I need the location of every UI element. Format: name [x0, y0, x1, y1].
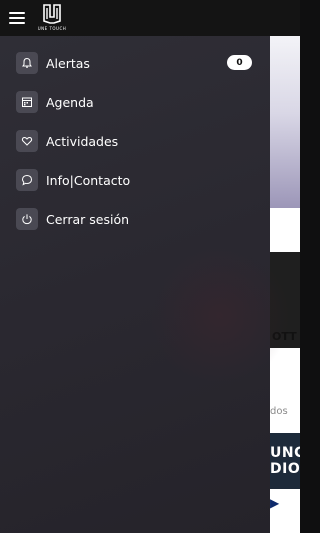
play-icon[interactable]: ▶	[270, 496, 279, 510]
drawer-item-agenda[interactable]: Agenda	[16, 90, 94, 114]
top-app-bar: UNE TOUCH	[0, 0, 300, 36]
drawer-item-label: Cerrar sesión	[46, 211, 130, 227]
promo-banner[interactable]: UNCI DIO	[270, 433, 300, 489]
hamburger-line	[9, 17, 25, 19]
drawer-item-label: Agenda	[46, 94, 94, 110]
calendar-icon	[16, 91, 38, 113]
hamburger-line	[9, 12, 25, 14]
banner-text-line-1: UNCI	[270, 445, 300, 461]
drawer-item-label: Info|Contacto	[46, 172, 131, 188]
drawer-item-actividades[interactable]: Actividades	[16, 129, 118, 153]
heart-icon	[16, 130, 38, 152]
hero-image	[270, 36, 300, 208]
logo-mark-icon	[43, 4, 61, 24]
alerts-count-badge: 0	[227, 55, 252, 70]
drawer-item-cerrar-sesion[interactable]: Cerrar sesión	[16, 207, 129, 231]
chat-icon	[16, 169, 38, 191]
power-icon	[16, 208, 38, 230]
app-logo: UNE TOUCH	[36, 3, 68, 33]
drawer-item-alertas[interactable]: Alertas	[16, 51, 90, 75]
hamburger-line	[9, 22, 25, 24]
bell-icon	[16, 52, 38, 74]
partial-gray-text: dos	[270, 406, 288, 417]
drawer-item-info-contacto[interactable]: Info|Contacto	[16, 168, 130, 192]
drawer-item-label: Alertas	[46, 55, 90, 71]
banner-text-line-2: DIO	[270, 461, 300, 477]
logo-text: UNE TOUCH	[37, 26, 67, 31]
hamburger-menu-icon[interactable]	[9, 12, 25, 24]
drawer-item-label: Actividades	[46, 133, 119, 149]
navigation-drawer: Alertas 0 Agenda Actividades Info|Contac…	[0, 36, 290, 533]
